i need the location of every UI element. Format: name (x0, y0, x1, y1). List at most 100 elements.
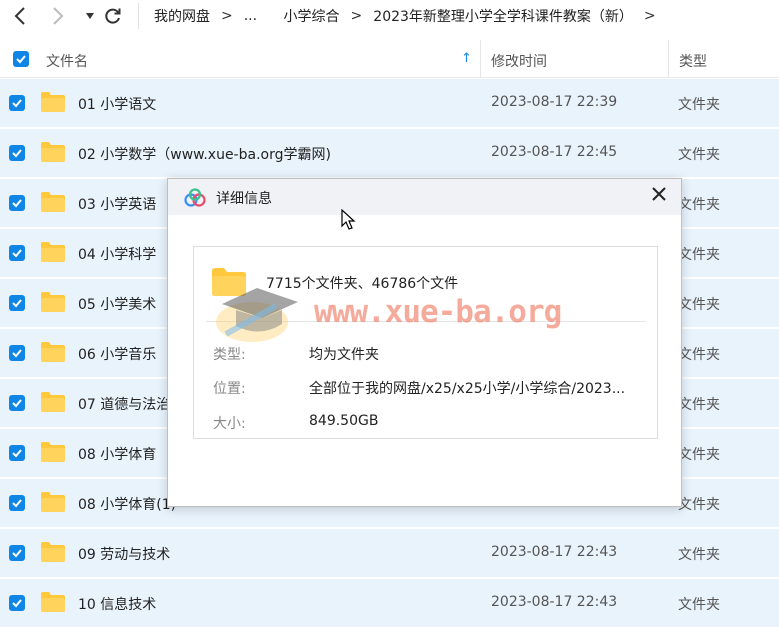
dialog-title: 详细信息 (216, 191, 272, 207)
refresh-button[interactable] (101, 4, 125, 28)
row-checkbox[interactable] (9, 195, 25, 211)
file-name[interactable]: 09 劳动与技术 (78, 544, 170, 564)
checkmark-icon (16, 55, 26, 64)
file-name[interactable]: 06 小学音乐 (78, 344, 156, 364)
table-row[interactable]: 02 小学数学（www.xue-ba.org学霸网) 2023-08-17 22… (0, 129, 779, 177)
refresh-icon (105, 8, 121, 24)
size-value: 849.50GB (309, 413, 379, 429)
breadcrumb-item-root[interactable]: 我的网盘 (152, 6, 212, 26)
row-checkbox[interactable] (9, 395, 25, 411)
file-name[interactable]: 02 小学数学（www.xue-ba.org学霸网) (78, 144, 331, 164)
folder-icon (41, 292, 65, 312)
file-name[interactable]: 03 小学英语 (78, 194, 156, 214)
folder-icon (41, 142, 65, 162)
mouse-cursor-icon (341, 209, 356, 230)
dialog-title-bar[interactable]: 详细信息 (168, 179, 681, 215)
file-name[interactable]: 01 小学语文 (78, 94, 156, 114)
row-checkbox[interactable] (9, 545, 25, 561)
row-checkbox[interactable] (9, 245, 25, 261)
row-checkbox[interactable] (9, 95, 25, 111)
checkmark-icon (12, 349, 22, 358)
file-type: 文件夹 (678, 597, 720, 613)
file-type: 文件夹 (678, 147, 720, 163)
row-checkbox[interactable] (9, 345, 25, 361)
row-checkbox[interactable] (9, 295, 25, 311)
file-type: 文件夹 (678, 447, 720, 463)
row-checkbox[interactable] (9, 595, 25, 611)
chevron-left-icon (14, 7, 25, 25)
breadcrumb-item-current[interactable]: 2023年新整理小学全学科课件教案（新） (371, 6, 635, 26)
column-header-modified[interactable]: 修改时间 (491, 51, 547, 71)
file-type: 文件夹 (678, 197, 720, 213)
folder-icon (41, 392, 65, 412)
folder-icon (41, 542, 65, 562)
column-divider[interactable] (480, 40, 481, 78)
checkmark-icon (12, 149, 22, 158)
file-type: 文件夹 (678, 97, 720, 113)
file-type: 文件夹 (678, 397, 720, 413)
breadcrumb-chevron-icon (268, 8, 272, 24)
checkmark-icon (12, 549, 22, 558)
back-button[interactable] (8, 4, 32, 28)
checkmark-icon (12, 299, 22, 308)
file-modified: 2023-08-17 22:39 (491, 94, 618, 110)
folder-icon (41, 242, 65, 262)
cloud-logo-icon (184, 188, 206, 207)
size-label: 大小: (213, 416, 246, 432)
breadcrumb-item-parent[interactable]: 小学综合 (282, 6, 342, 26)
breadcrumb-item-ellipsis[interactable]: ... (242, 8, 259, 24)
location-label: 位置: (213, 381, 246, 397)
history-dropdown-button[interactable] (78, 4, 102, 28)
breadcrumb: 我的网盘 > ... 小学综合 > 2023年新整理小学全学科课件教案（新） > (152, 0, 665, 32)
select-all-checkbox[interactable] (13, 51, 29, 67)
file-modified: 2023-08-17 22:43 (491, 594, 618, 610)
file-modified: 2023-08-17 22:45 (491, 144, 618, 160)
table-row[interactable]: 10 信息技术 2023-08-17 22:43 文件夹 (0, 579, 779, 627)
checkmark-icon (12, 249, 22, 258)
file-type: 文件夹 (678, 497, 720, 513)
file-name[interactable]: 08 小学体育 (78, 444, 156, 464)
table-row[interactable]: 01 小学语文 2023-08-17 22:39 文件夹 (0, 79, 779, 127)
row-checkbox[interactable] (9, 145, 25, 161)
file-name[interactable]: 07 道德与法治 (78, 394, 170, 414)
folder-icon (41, 442, 65, 462)
close-icon (652, 187, 666, 201)
file-modified: 2023-08-17 22:43 (491, 544, 618, 560)
file-name[interactable]: 10 信息技术 (78, 594, 156, 614)
breadcrumb-chevron-icon: > (221, 8, 233, 24)
folder-icon (41, 192, 65, 212)
row-checkbox[interactable] (9, 495, 25, 511)
file-type: 文件夹 (678, 297, 720, 313)
close-button[interactable] (648, 183, 670, 205)
checkmark-icon (12, 599, 22, 608)
checkmark-icon (12, 449, 22, 458)
file-name[interactable]: 04 小学科学 (78, 244, 156, 264)
table-row[interactable]: 09 劳动与技术 2023-08-17 22:43 文件夹 (0, 529, 779, 577)
column-header-name[interactable]: 文件名 (46, 51, 88, 71)
file-name[interactable]: 08 小学体育(1) (78, 494, 176, 514)
folder-icon (41, 342, 65, 362)
breadcrumb-chevron-icon[interactable]: > (644, 8, 656, 24)
watermark-text: www.xue-ba.org (314, 294, 562, 330)
file-type: 文件夹 (678, 547, 720, 563)
nav-divider (138, 3, 139, 29)
breadcrumb-chevron-icon: > (350, 8, 363, 24)
type-value: 均为文件夹 (309, 347, 379, 363)
navigation-bar: 我的网盘 > ... 小学综合 > 2023年新整理小学全学科课件教案（新） > (0, 0, 779, 32)
file-name[interactable]: 05 小学美术 (78, 294, 156, 314)
column-header-type[interactable]: 类型 (679, 51, 707, 71)
checkmark-icon (12, 199, 22, 208)
forward-button[interactable] (46, 4, 70, 28)
folder-icon (41, 92, 65, 112)
checkmark-icon (12, 399, 22, 408)
folder-icon (41, 592, 65, 612)
sort-ascending-icon[interactable]: ↑ (461, 51, 472, 66)
row-checkbox[interactable] (9, 445, 25, 461)
caret-down-icon (86, 13, 94, 19)
type-label: 类型: (213, 347, 246, 363)
file-list-header: 文件名 ↑ 修改时间 类型 (0, 40, 779, 78)
column-divider[interactable] (668, 40, 669, 78)
location-value[interactable]: 全部位于我的网盘/x25/x25小学/小学综合/2023... (309, 378, 625, 398)
chevron-right-icon (53, 7, 64, 25)
graduation-cap-icon (216, 288, 298, 342)
